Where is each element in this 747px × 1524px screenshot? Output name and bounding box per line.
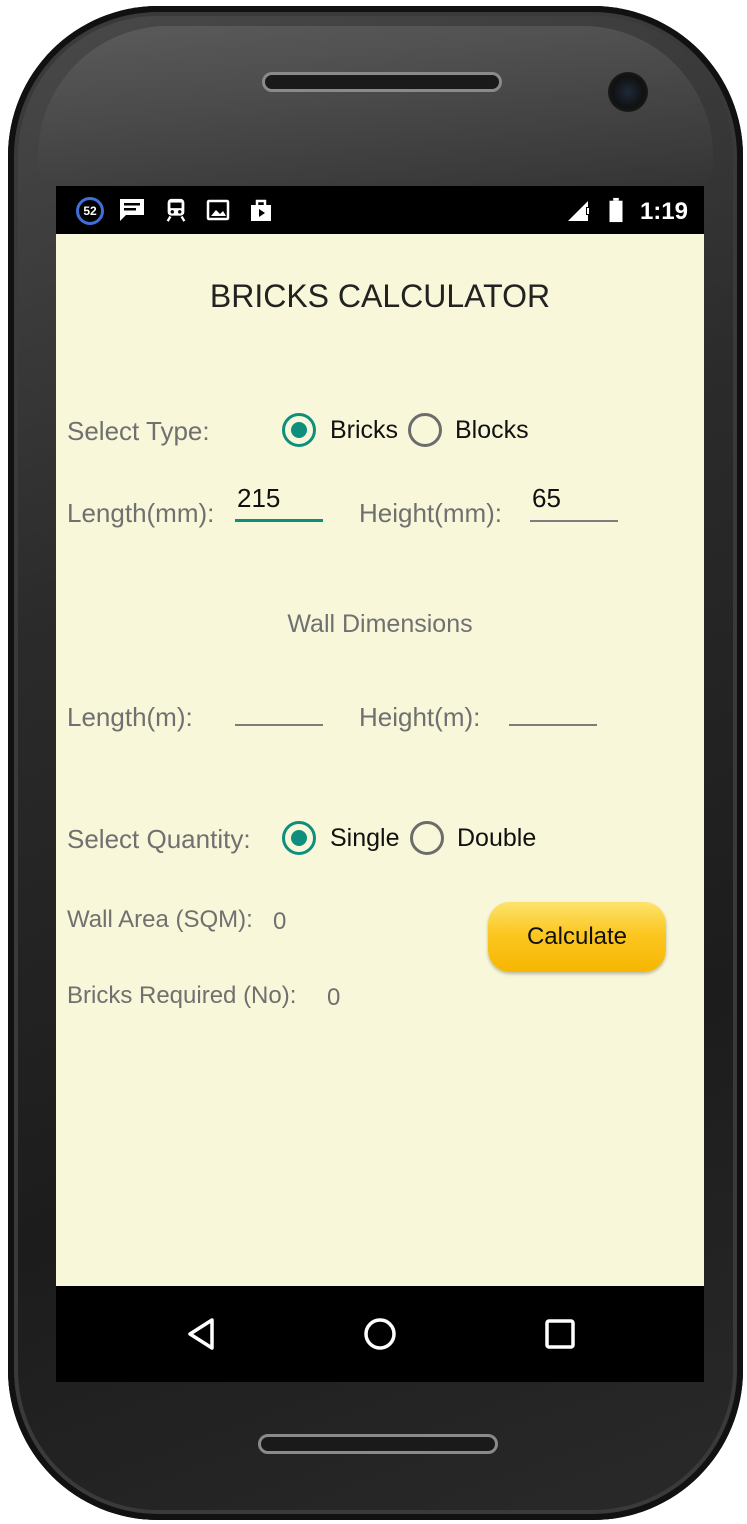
wall-length-label: Length(m): — [67, 702, 193, 732]
select-quantity-label: Select Quantity: — [67, 824, 251, 854]
radio-blocks-label[interactable]: Blocks — [455, 416, 529, 445]
signal-icon — [568, 201, 590, 221]
earpiece-speaker — [262, 72, 502, 92]
wall-length-input[interactable] — [235, 682, 323, 726]
back-icon[interactable] — [180, 1312, 224, 1356]
radio-single[interactable] — [282, 821, 316, 855]
phone-shine — [38, 26, 713, 186]
wall-dimensions-heading: Wall Dimensions — [287, 610, 473, 638]
bricks-required-label: Bricks Required (No): — [67, 982, 297, 1009]
radio-double-label[interactable]: Double — [457, 824, 536, 853]
phone-screen: 52 1:19 BRICKS CALCULATOR Select Type: B… — [56, 186, 704, 1382]
wall-height-label: Height(m): — [359, 702, 481, 732]
wall-height-input[interactable] — [509, 682, 597, 726]
notification-count-icon: 52 — [76, 197, 104, 225]
radio-blocks[interactable] — [408, 413, 442, 447]
radio-bricks[interactable] — [282, 413, 316, 447]
wall-area-value: 0 — [273, 908, 287, 935]
home-icon[interactable] — [358, 1312, 402, 1356]
calculate-button[interactable]: Calculate — [488, 902, 666, 972]
navigation-bar — [56, 1286, 704, 1382]
bottom-speaker — [258, 1434, 498, 1454]
brick-height-input[interactable]: 65 — [530, 478, 618, 522]
brick-length-input[interactable]: 215 — [235, 478, 323, 522]
battery-icon — [609, 197, 623, 223]
image-icon — [206, 199, 230, 221]
bricks-required-value: 0 — [327, 984, 341, 1011]
status-bar: 52 1:19 — [56, 186, 704, 234]
brick-height-label: Height(mm): — [359, 498, 503, 528]
page-title: BRICKS CALCULATOR — [209, 278, 551, 314]
radio-single-label[interactable]: Single — [330, 824, 400, 853]
brick-length-label: Length(mm): — [67, 498, 215, 528]
status-time: 1:19 — [639, 198, 688, 225]
radio-double[interactable] — [410, 821, 444, 855]
play-store-icon — [251, 199, 271, 221]
app-content: BRICKS CALCULATOR Select Type: Bricks Bl… — [56, 234, 704, 1286]
train-icon — [166, 198, 186, 222]
select-type-label: Select Type: — [67, 416, 210, 446]
front-camera — [608, 72, 648, 112]
recents-icon[interactable] — [538, 1312, 582, 1356]
message-icon — [120, 199, 144, 221]
radio-bricks-label[interactable]: Bricks — [330, 416, 398, 445]
wall-area-label: Wall Area (SQM): — [67, 906, 253, 933]
